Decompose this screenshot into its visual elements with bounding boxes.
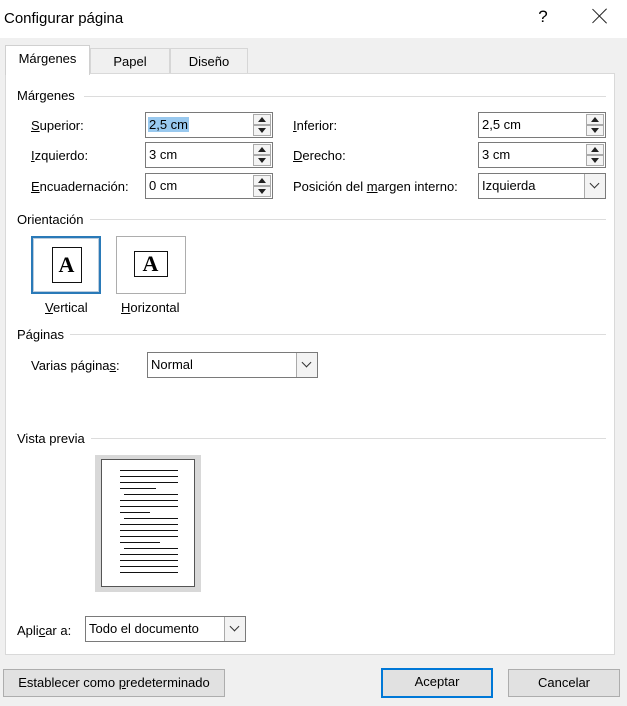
preview-line [120, 530, 178, 531]
landscape-glyph: A [142, 251, 159, 276]
preview-line [120, 560, 178, 561]
posicion-margen-select[interactable]: Izquierda [478, 173, 606, 199]
spin-down-icon[interactable] [586, 155, 604, 166]
encuadernacion-label: Encuadernación: [31, 179, 129, 194]
help-button[interactable]: ? [536, 7, 550, 27]
izquierdo-spinner[interactable] [253, 144, 271, 166]
aplicar-a-label: Aplicar a: [17, 623, 72, 638]
section-vista-previa-label: Vista previa [17, 431, 85, 446]
inferior-spinner[interactable] [586, 114, 604, 136]
spin-up-icon[interactable] [586, 114, 604, 125]
posicion-margen-label: Posición del margen interno: [293, 179, 458, 194]
inferior-value: 2,5 cm [482, 117, 522, 132]
orientation-horizontal-button[interactable]: A [116, 236, 186, 294]
orientation-horizontal-label: Horizontal [121, 300, 180, 315]
preview-line [120, 488, 156, 489]
preview-line [120, 536, 178, 537]
preview-line [120, 554, 178, 555]
preview-line [124, 494, 178, 495]
spin-down-icon[interactable] [253, 186, 271, 197]
spin-up-icon[interactable] [253, 144, 271, 155]
section-paginas-label: Páginas [17, 327, 64, 342]
superior-value: 2,5 cm [148, 117, 190, 132]
preview-line [120, 572, 178, 573]
tab-margenes[interactable]: Márgenes [5, 45, 90, 75]
chevron-down-icon[interactable] [224, 617, 245, 641]
preview-line [120, 524, 178, 525]
inferior-label: Inferior: [293, 118, 338, 133]
landscape-page-icon: A [134, 251, 168, 277]
aplicar-a-select[interactable]: Todo el documento [85, 616, 246, 642]
spin-up-icon[interactable] [586, 144, 604, 155]
superior-spinner[interactable] [253, 114, 271, 136]
chevron-down-icon[interactable] [584, 174, 605, 198]
preview-line [120, 566, 178, 567]
encuadernacion-field[interactable]: 0 cm [145, 173, 273, 199]
izquierdo-label: Izquierdo: [31, 148, 89, 163]
portrait-glyph: A [58, 252, 75, 277]
preview-line [120, 482, 178, 483]
spin-down-icon[interactable] [586, 125, 604, 136]
derecho-field[interactable]: 3 cm [478, 142, 606, 168]
portrait-page-icon: A [52, 247, 82, 283]
derecho-spinner[interactable] [586, 144, 604, 166]
izquierdo-field[interactable]: 3 cm [145, 142, 273, 168]
superior-field[interactable]: 2,5 cm [145, 112, 273, 138]
section-margenes-label: Márgenes [17, 88, 75, 103]
ok-button[interactable]: Aceptar [381, 668, 493, 698]
title-bar: Configurar página ? [0, 0, 627, 38]
dialog-title: Configurar página [4, 10, 124, 27]
tab-diseno[interactable]: Diseño [170, 48, 248, 75]
varias-paginas-label: Varias páginas: [31, 358, 120, 373]
derecho-label: Derecho: [293, 148, 346, 163]
section-divider [91, 438, 606, 439]
spin-up-icon[interactable] [253, 175, 271, 186]
encuadernacion-value: 0 cm [149, 178, 178, 193]
preview-line [120, 476, 178, 477]
section-divider [90, 219, 606, 220]
spin-up-icon[interactable] [253, 114, 271, 125]
preview-line [120, 542, 160, 543]
varias-paginas-value: Normal [151, 357, 193, 372]
page-preview [95, 455, 201, 592]
encuadernacion-spinner[interactable] [253, 175, 271, 197]
spin-down-icon[interactable] [253, 155, 271, 166]
preview-line [124, 518, 178, 519]
section-divider [84, 96, 606, 97]
orientation-vertical-label: Vertical [45, 300, 88, 315]
izquierdo-value: 3 cm [149, 147, 178, 162]
section-divider [70, 334, 606, 335]
chevron-down-icon[interactable] [296, 353, 317, 377]
set-default-button[interactable]: Establecer como predeterminado [3, 669, 225, 697]
inferior-field[interactable]: 2,5 cm [478, 112, 606, 138]
posicion-margen-value: Izquierda [482, 178, 536, 193]
preview-line [120, 506, 178, 507]
preview-line [120, 512, 150, 513]
derecho-value: 3 cm [482, 147, 511, 162]
preview-line [120, 500, 178, 501]
spin-down-icon[interactable] [253, 125, 271, 136]
superior-label: Superior: [31, 118, 84, 133]
aplicar-a-value: Todo el documento [89, 621, 199, 636]
orientation-vertical-button[interactable]: A [31, 236, 101, 294]
close-icon[interactable] [592, 8, 608, 24]
varias-paginas-select[interactable]: Normal [147, 352, 318, 378]
section-orientacion-label: Orientación [17, 212, 84, 227]
preview-line [120, 470, 178, 471]
cancel-button[interactable]: Cancelar [508, 669, 620, 697]
preview-page [101, 459, 195, 587]
tab-papel[interactable]: Papel [90, 48, 170, 75]
preview-line [124, 548, 178, 549]
